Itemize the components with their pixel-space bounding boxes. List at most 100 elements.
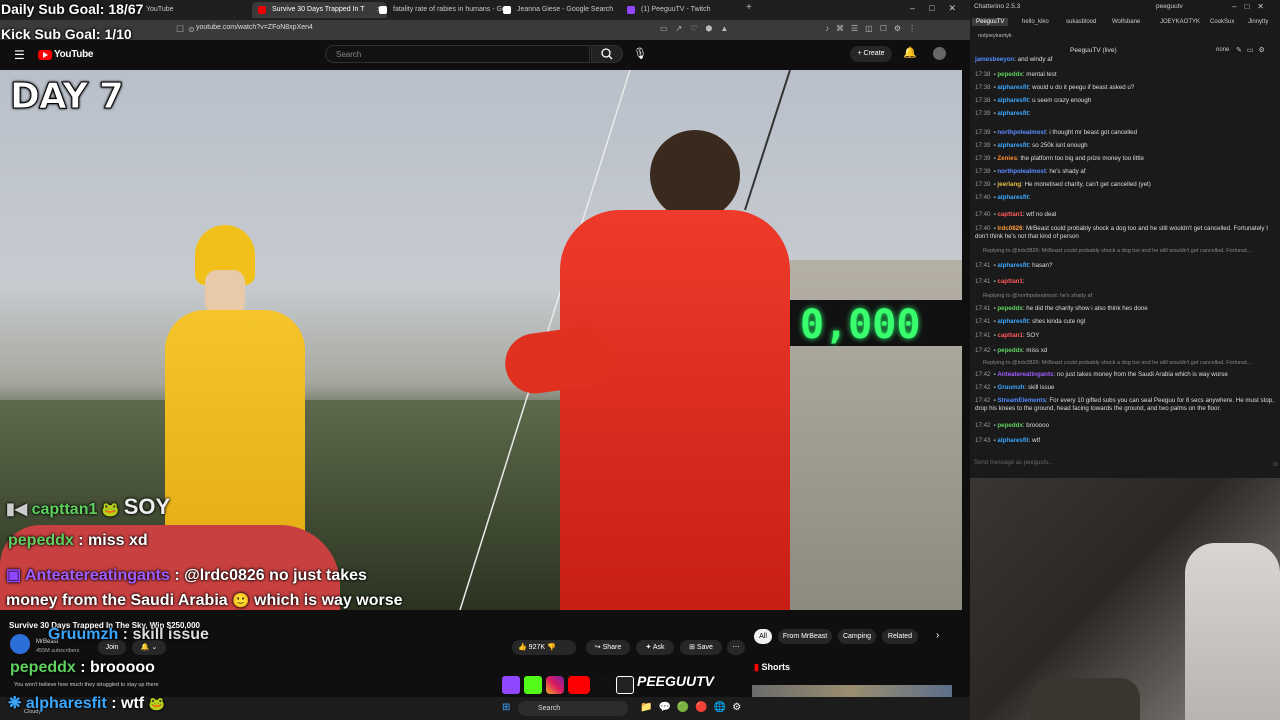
chat-username[interactable]: alpharesfit [997,84,1028,91]
chat-message-row[interactable]: 17:40 ▪ alpharesfit: [975,194,1275,202]
chat-message-row[interactable]: 17:41 ▪ pepeddx: he did the charity show … [975,305,1275,313]
window-controls[interactable]: –□✕ [1232,2,1272,11]
chat-message-row[interactable]: 17:38 ▪ pepeddx: mental test [975,71,1275,79]
chat-username[interactable]: alpharesfit [997,318,1028,325]
search-input[interactable]: Search [325,45,590,63]
chip-camping[interactable]: Camping [838,629,876,644]
channel-avatar[interactable] [10,634,30,654]
chat-message-row[interactable]: 17:40 ▪ capttan1: wtf no deal [975,211,1275,219]
window-controls[interactable]: –□✕ [910,3,970,14]
chat-username[interactable]: northpolealmost [997,129,1045,136]
chat-message-row[interactable]: 17:41 ▪ alpharesfit: hasan? [975,262,1275,270]
chat-message-row[interactable]: 17:39 ▪ northpolealmost: i thought mr bea… [975,129,1275,137]
chip-related[interactable]: Related [882,629,918,644]
share-button[interactable]: ↪ Share [586,640,630,655]
tab-hello-kiko[interactable]: hello_kiko [1022,19,1049,25]
chat-username[interactable]: pepeddx [997,71,1022,78]
chat-message-row[interactable]: 17:39 ▪ alpharesfit: so 250k isnt enough [975,142,1275,150]
chat-username[interactable]: pepeddx [997,422,1022,429]
chat-username[interactable]: Gruumzh [997,384,1024,391]
chat-tool-icons[interactable]: ✎▭⚙ [1236,46,1270,54]
tab-jinnytty[interactable]: Jinnytty [1248,19,1268,25]
like-button[interactable]: 👍 927K 👎 [512,640,576,655]
tab-cooksux[interactable]: CookSux [1210,19,1234,25]
chevron-right-icon[interactable]: › [936,630,939,641]
video-player[interactable]: 0,000 DAY 7 [0,70,962,610]
chat-message-row[interactable]: 17:41 ▪ capttan1: SOY [975,332,1275,340]
youtube-logo-text[interactable]: YouTube [54,49,94,60]
chat-message-row[interactable]: 17:39 ▪ alpharesfit: [975,110,1275,118]
new-tab-button[interactable]: + [746,2,752,13]
menu-icon[interactable]: ☰ [14,48,25,62]
more-actions-icon[interactable]: ⋯ [727,640,745,655]
chat-username[interactable]: pepeddx [997,347,1022,354]
url-field[interactable]: youtube.com/watch?v=ZFoN8xpXen4 [196,24,313,31]
mode-indicator[interactable]: none [1216,47,1229,53]
chat-username[interactable]: capttan1 [997,332,1022,339]
chat-username[interactable]: jeerlang [997,181,1021,188]
taskbar-search[interactable]: Search [518,701,628,716]
taskbar-app-icons[interactable]: 📁💬🟢🔴🌐⚙ [640,702,747,713]
save-button[interactable]: ⊞ Save [680,640,722,655]
chip-from-mrbeast[interactable]: From MrBeast [778,629,832,644]
tab-google-jeanna[interactable]: Jeanna Giese - Google Search [497,2,635,18]
bookmark-icon[interactable]: ☐ [176,24,184,35]
chat-username[interactable]: StreamElements [997,397,1046,404]
chat-input[interactable]: Send message as peeguutv... [974,460,1053,466]
chip-all[interactable]: All [754,629,772,644]
toolbar-icons[interactable]: ♪⌘☰◫☐⚙⋮ [825,24,965,36]
chatterino-account[interactable]: peeguutv [1156,3,1183,10]
shorts-thumbnails[interactable] [752,685,952,697]
chat-message-row[interactable]: jamesbeeyon: and windy af [975,56,1275,64]
chat-message-row[interactable]: 17:39 ▪ Zenies: the platform too big and … [975,155,1275,163]
chat-log[interactable]: jamesbeeyon: and windy af 17:38 ▪ pepeddx:… [970,56,1280,456]
chat-username[interactable]: Zenies [997,155,1017,162]
create-button[interactable]: + Create [850,46,892,62]
chat-username[interactable]: capttan1 [997,211,1022,218]
tab-youtube[interactable]: Survive 30 Days Trapped In T ✕ [252,2,387,18]
chat-message-row[interactable]: 17:42 ▪ Anteatereatingants: no just takes… [975,371,1275,379]
windows-start-icon[interactable]: ⊞ [502,702,510,713]
dislike-icon[interactable]: 👎 [547,644,556,651]
chat-message-row[interactable]: 17:42 ▪ pepeddx: brooooo [975,422,1275,430]
chat-message-row[interactable]: 17:38 ▪ alpharesfit: u seem crazy enough [975,97,1275,105]
chat-message-row[interactable]: 17:39 ▪ jeerlang: He monetised charity, c… [975,181,1275,189]
chat-message-row[interactable]: 17:42 ▪ pepeddx: miss xd [975,347,1275,355]
tab-sukasblood[interactable]: sukasblood [1066,19,1096,25]
tab-peeguutv[interactable]: PeeguuTV [972,18,1009,26]
chat-username[interactable]: alpharesfit [997,437,1028,444]
chat-username[interactable]: jamesbeeyon [975,56,1014,63]
chat-username[interactable]: lrdc0826 [997,225,1022,232]
tab-google-rabies[interactable]: fatality rate of rabies in humans - Go [373,2,511,18]
chat-message-row[interactable]: 17:38 ▪ alpharesfit: would u do it peegu … [975,84,1275,92]
chat-message-row[interactable]: 17:39 ▪ northpolealmost: he's shady af [975,168,1275,176]
search-button[interactable] [591,45,623,63]
chat-message-row[interactable]: 17:42 ▪ StreamElements: For every 10 gift… [975,397,1275,413]
site-info-icon[interactable]: ⊜ [188,25,195,34]
chat-message-row[interactable]: 17:43 ▪ alpharesfit: wtf [975,437,1275,445]
tab-twitch[interactable]: (1) PeeguuTV - Twitch [621,2,759,18]
notifications-icon[interactable]: 🔔 [903,46,917,59]
microphone-icon[interactable]: 🎙 [633,47,647,60]
chat-username[interactable]: alpharesfit [997,142,1028,149]
chat-message-row[interactable]: 17:41 ▪ alpharesfit: shes kinda cute ngl [975,318,1275,326]
avatar[interactable] [933,47,946,60]
chat-username[interactable]: pepeddx [997,305,1022,312]
ask-button[interactable]: ✦ Ask [636,640,674,655]
emote-picker-icon[interactable]: ☺ [1272,461,1279,468]
chat-message-row[interactable]: 17:42 ▪ Gruumzh: skill issue [975,384,1275,392]
chat-username[interactable]: Anteatereatingants [997,371,1053,378]
chat-username[interactable]: alpharesfit [997,110,1028,117]
youtube-logo-icon[interactable] [38,50,52,60]
extensions-icons[interactable]: ▭↗♡⬢▲ [660,24,760,36]
chat-username[interactable]: alpharesfit [997,262,1028,269]
chat-reply-context[interactable]: Replying to @lrdc0826: MrBeast could pro… [975,359,1280,367]
chat-username[interactable]: northpolealmost [997,168,1045,175]
chat-message-row[interactable]: 17:40 ▪ lrdc0826: MrBeast could probably … [975,225,1275,241]
tab-joeykaotyk[interactable]: JOEYKAOTYK [1160,19,1200,25]
tab-wolfsbane[interactable]: Wolfsbane [1112,19,1140,25]
chat-username[interactable]: capttan1 [997,278,1022,285]
chat-reply-context[interactable]: Replying to @northpolealmost: he's shady… [975,292,1280,300]
chat-message-row[interactable]: 17:41 ▪ capttan1: [975,278,1275,286]
chat-username[interactable]: alpharesfit [997,97,1028,104]
